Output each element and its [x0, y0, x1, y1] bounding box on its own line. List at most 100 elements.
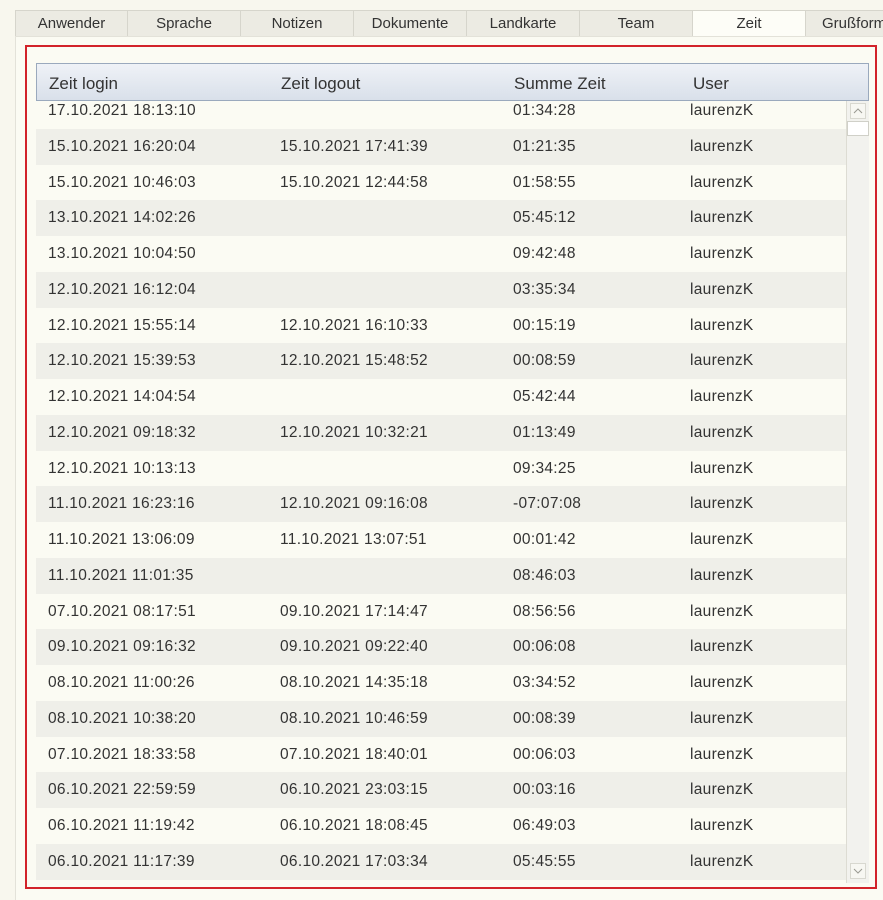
table-row[interactable]: 07.10.2021 18:33:58 07.10.2021 18:40:01 00… [36, 736, 846, 773]
cell-logout: 12.10.2021 16:10:33 [280, 316, 428, 334]
tab-zeit[interactable]: Zeit [693, 10, 806, 37]
cell-login: 07.10.2021 08:17:51 [48, 602, 196, 620]
cell-login: 12.10.2021 16:12:04 [48, 280, 196, 298]
cell-logout: 12.10.2021 15:48:52 [280, 352, 428, 370]
scrollbar-thumb[interactable] [847, 121, 869, 136]
tab-bar: Anwender Sprache Notizen Dokumente Landk… [15, 10, 883, 37]
table-row[interactable]: 07.10.2021 08:17:51 09.10.2021 17:14:47 08… [36, 593, 846, 630]
cell-sum: 08:46:03 [513, 566, 576, 584]
column-header-login[interactable]: Zeit login [49, 64, 118, 100]
column-header-logout[interactable]: Zeit logout [281, 64, 360, 100]
table-row[interactable]: 06.10.2021 11:19:42 06.10.2021 18:08:45 06… [36, 808, 846, 844]
cell-sum: 00:08:39 [513, 709, 576, 727]
table-row[interactable]: 11.10.2021 16:23:16 12.10.2021 09:16:08 -0… [36, 486, 846, 523]
cell-login: 12.10.2021 10:13:13 [48, 459, 196, 477]
cell-sum: 00:06:03 [513, 745, 576, 763]
table-row[interactable]: 06.10.2021 11:17:39 06.10.2021 17:03:34 05… [36, 843, 846, 880]
cell-user: laurenzK [690, 852, 754, 870]
cell-user: laurenzK [690, 817, 754, 834]
cell-login: 12.10.2021 15:39:53 [48, 352, 196, 370]
table-row[interactable]: 12.10.2021 09:18:32 12.10.2021 10:32:21 01… [36, 414, 846, 451]
cell-user: laurenzK [690, 531, 754, 548]
chevron-up-icon[interactable] [850, 103, 866, 119]
cell-sum: 05:45:12 [513, 209, 576, 227]
table-row[interactable]: 09.10.2021 09:16:32 09.10.2021 09:22:40 00… [36, 629, 846, 666]
cell-user: laurenzK [690, 602, 754, 620]
cell-sum: 01:58:55 [513, 173, 576, 191]
table-row[interactable]: 12.10.2021 16:12:04 03:35:34 laurenzK [36, 271, 846, 308]
column-header-user[interactable]: User [693, 64, 729, 100]
cell-sum: 06:49:03 [513, 817, 576, 834]
table-row[interactable]: 15.10.2021 16:20:04 15.10.2021 17:41:39 01… [36, 128, 846, 165]
cell-login: 11.10.2021 13:06:09 [48, 531, 195, 548]
cell-logout: 11.10.2021 13:07:51 [280, 531, 427, 548]
cell-user: laurenzK [690, 674, 754, 691]
cell-sum: -07:07:08 [513, 495, 582, 513]
cell-login: 12.10.2021 09:18:32 [48, 423, 196, 441]
table-row[interactable]: 08.10.2021 11:00:26 08.10.2021 14:35:18 03… [36, 665, 846, 701]
cell-user: laurenzK [690, 173, 754, 191]
table-row[interactable]: 12.10.2021 15:39:53 12.10.2021 15:48:52 00… [36, 343, 846, 380]
tab-notizen[interactable]: Notizen [241, 10, 354, 37]
table-row[interactable]: 12.10.2021 14:04:54 05:42:44 laurenzK [36, 379, 846, 415]
table-row[interactable]: 13.10.2021 10:04:50 09:42:48 laurenzK [36, 236, 846, 272]
cell-logout: 06.10.2021 18:08:45 [280, 817, 428, 834]
table-row[interactable]: 12.10.2021 10:13:13 09:34:25 laurenzK [36, 450, 846, 487]
cell-sum: 09:34:25 [513, 459, 576, 477]
table-row[interactable]: 15.10.2021 10:46:03 15.10.2021 12:44:58 01… [36, 164, 846, 201]
cell-sum: 01:13:49 [513, 423, 576, 441]
cell-sum: 00:06:08 [513, 638, 576, 656]
cell-logout: 12.10.2021 10:32:21 [280, 423, 428, 441]
cell-login: 07.10.2021 18:33:58 [48, 745, 196, 763]
cell-user: laurenzK [690, 245, 754, 262]
cell-user: laurenzK [690, 316, 754, 334]
cell-logout: 06.10.2021 23:03:15 [280, 781, 428, 799]
cell-login: 06.10.2021 11:19:42 [48, 817, 195, 834]
cell-login: 06.10.2021 22:59:59 [48, 781, 196, 799]
cell-login: 13.10.2021 14:02:26 [48, 209, 196, 227]
cell-login: 11.10.2021 11:01:35 [48, 566, 194, 584]
column-header-sum[interactable]: Summe Zeit [514, 64, 606, 100]
cell-sum: 00:15:19 [513, 316, 576, 334]
cell-user: laurenzK [690, 102, 754, 119]
cell-sum: 05:45:55 [513, 852, 576, 870]
cell-user: laurenzK [690, 280, 754, 298]
tab-anwender[interactable]: Anwender [15, 10, 128, 37]
cell-sum: 05:42:44 [513, 388, 576, 405]
cell-sum: 08:56:56 [513, 602, 576, 620]
cell-sum: 00:03:16 [513, 781, 576, 799]
tab-landkarte[interactable]: Landkarte [467, 10, 580, 37]
table-row[interactable]: 17.10.2021 18:13:10 01:34:28 laurenzK [36, 101, 846, 129]
cell-logout: 09.10.2021 09:22:40 [280, 638, 428, 656]
table-row[interactable]: 11.10.2021 11:01:35 08:46:03 laurenzK [36, 557, 846, 594]
cell-sum: 01:21:35 [513, 137, 576, 155]
cell-login: 09.10.2021 09:16:32 [48, 638, 196, 656]
cell-sum: 03:34:52 [513, 674, 576, 691]
cell-logout: 12.10.2021 09:16:08 [280, 495, 428, 513]
cell-logout: 07.10.2021 18:40:01 [280, 745, 428, 763]
cell-user: laurenzK [690, 388, 754, 405]
cell-logout: 08.10.2021 14:35:18 [280, 674, 428, 691]
table-row[interactable]: 12.10.2021 15:55:14 12.10.2021 16:10:33 00… [36, 307, 846, 344]
table-row[interactable]: 11.10.2021 13:06:09 11.10.2021 13:07:51 00… [36, 522, 846, 558]
cell-login: 15.10.2021 10:46:03 [48, 173, 196, 191]
table-row[interactable]: 08.10.2021 10:38:20 08.10.2021 10:46:59 00… [36, 700, 846, 737]
table-row[interactable]: 13.10.2021 14:02:26 05:45:12 laurenzK [36, 200, 846, 237]
time-log-frame: Zeit login Zeit logout Summe Zeit User 1… [25, 45, 877, 889]
cell-logout: 06.10.2021 17:03:34 [280, 852, 428, 870]
tab-dokumente[interactable]: Dokumente [354, 10, 467, 37]
cell-user: laurenzK [690, 459, 754, 477]
cell-user: laurenzK [690, 352, 754, 370]
chevron-down-icon[interactable] [850, 863, 866, 879]
cell-login: 12.10.2021 15:55:14 [48, 316, 196, 334]
cell-login: 17.10.2021 18:13:10 [48, 102, 196, 119]
tab-grussform[interactable]: Grußform [806, 10, 883, 37]
table-row[interactable]: 06.10.2021 22:59:59 06.10.2021 23:03:15 00… [36, 772, 846, 809]
tab-team[interactable]: Team [580, 10, 693, 37]
cell-login: 06.10.2021 11:17:39 [48, 852, 195, 870]
table-header: Zeit login Zeit logout Summe Zeit User [36, 63, 869, 101]
vertical-scrollbar[interactable] [846, 101, 869, 883]
cell-user: laurenzK [690, 781, 754, 799]
tab-sprache[interactable]: Sprache [128, 10, 241, 37]
cell-login: 08.10.2021 10:38:20 [48, 709, 196, 727]
